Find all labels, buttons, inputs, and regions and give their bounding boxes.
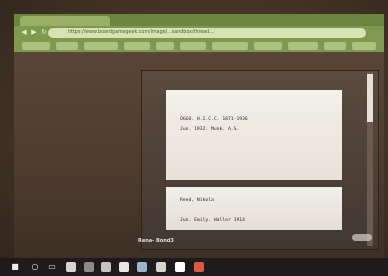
address-row: ◀ ▶ ↻ https://www.boardgamegeek.com/imag… bbox=[14, 27, 384, 39]
bookmark-3[interactable] bbox=[84, 42, 118, 50]
forward-icon[interactable]: ▶ bbox=[30, 28, 38, 36]
app-icon-6[interactable] bbox=[156, 262, 166, 272]
viewer-scrollbar[interactable] bbox=[367, 72, 373, 246]
bookmark-2[interactable] bbox=[56, 42, 78, 50]
task-view-icon[interactable]: ▭ bbox=[47, 262, 57, 272]
bookmark-4[interactable] bbox=[124, 42, 150, 50]
viewer-status-label: Rena- Bond3 bbox=[138, 238, 174, 244]
app-icon-8[interactable] bbox=[194, 262, 204, 272]
viewer-scroll-thumb[interactable] bbox=[367, 74, 373, 122]
page-title-line-2: Jun. 1932. Munk. A.S. bbox=[180, 127, 240, 132]
url-bar[interactable]: https://www.boardgamegeek.com/image/...s… bbox=[48, 28, 366, 38]
taskbar: ■ ○ ▭ bbox=[0, 258, 388, 276]
back-icon[interactable]: ◀ bbox=[20, 28, 28, 36]
bookmark-7[interactable] bbox=[212, 42, 248, 50]
bookmark-5[interactable] bbox=[156, 42, 174, 50]
page-lower-line-2: Jun. Emily. Haller 1914 bbox=[180, 218, 245, 223]
app-icon-1[interactable] bbox=[66, 262, 76, 272]
document-page-bottom: Reed, Nikola Jun. Emily. Haller 1914 bbox=[166, 187, 342, 230]
bookmark-8[interactable] bbox=[254, 42, 282, 50]
viewer-status-pill[interactable] bbox=[352, 234, 372, 241]
app-icon-2[interactable] bbox=[84, 262, 94, 272]
app-icon-5[interactable] bbox=[137, 262, 147, 272]
browser-tab[interactable] bbox=[20, 16, 110, 26]
bookmark-11[interactable] bbox=[352, 42, 376, 50]
app-icon-7[interactable] bbox=[175, 262, 185, 272]
app-icon-3[interactable] bbox=[101, 262, 111, 272]
start-icon[interactable]: ■ bbox=[10, 262, 20, 272]
bookmark-10[interactable] bbox=[324, 42, 346, 50]
refresh-icon[interactable]: ↻ bbox=[40, 28, 48, 36]
browser-chrome: ◀ ▶ ↻ https://www.boardgamegeek.com/imag… bbox=[14, 14, 384, 52]
search-icon[interactable]: ○ bbox=[30, 262, 40, 272]
app-icon-4[interactable] bbox=[119, 262, 129, 272]
bookmark-1[interactable] bbox=[22, 42, 50, 50]
document-page-top: OGGO. H.I.C.C. 1871-1936 Jun. 1932. Munk… bbox=[166, 90, 342, 180]
page-title-line-1: OGGO. H.I.C.C. 1871-1936 bbox=[180, 117, 248, 122]
page-lower-line-1: Reed, Nikola bbox=[180, 198, 214, 203]
bookmark-6[interactable] bbox=[180, 42, 206, 50]
bookmark-9[interactable] bbox=[288, 42, 318, 50]
tab-strip bbox=[14, 14, 384, 26]
bookmarks-bar bbox=[14, 41, 384, 51]
